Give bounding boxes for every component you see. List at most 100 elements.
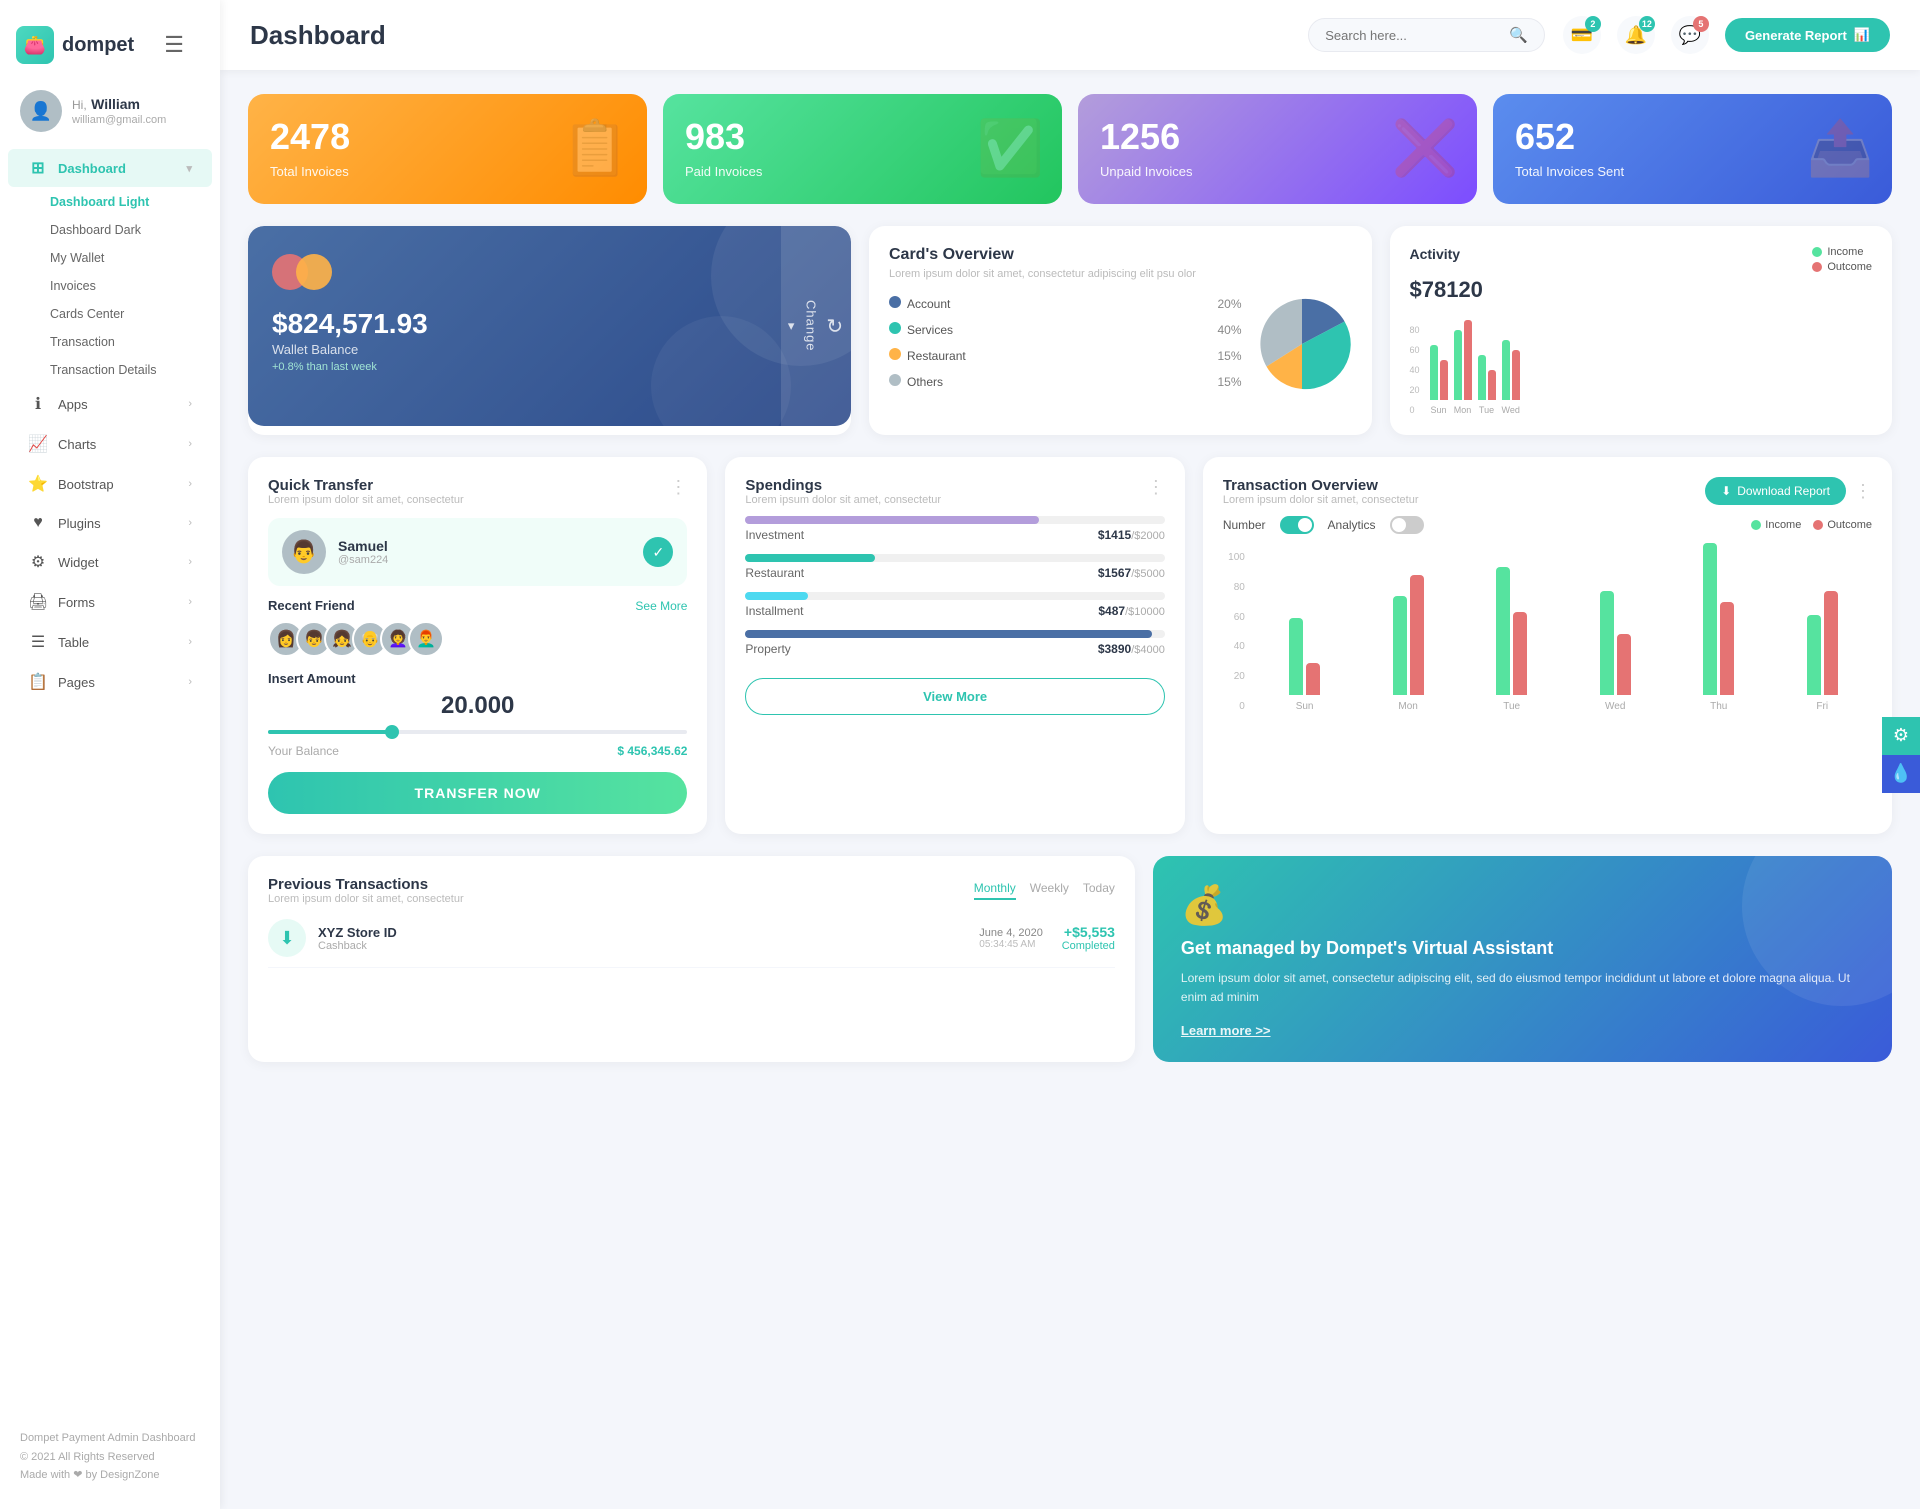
spendings-card: Spendings Lorem ipsum dolor sit amet, co… <box>725 457 1184 834</box>
search-input[interactable] <box>1325 28 1501 43</box>
previous-transactions-card: Previous Transactions Lorem ipsum dolor … <box>248 856 1135 1062</box>
income-bar-thu <box>1703 543 1717 695</box>
download-report-button[interactable]: ⬇ Download Report <box>1705 477 1846 505</box>
sidebar-item-dashboard[interactable]: ⊞ Dashboard ▾ <box>8 149 212 187</box>
bell-button[interactable]: 🔔 12 <box>1617 16 1655 54</box>
y-axis: 806040200 <box>1410 325 1424 415</box>
bar-label-thu: Thu <box>1710 701 1727 712</box>
chat-button[interactable]: 💬 5 <box>1671 16 1709 54</box>
balance-amount: $ 456,345.62 <box>617 744 687 758</box>
transfer-now-button[interactable]: TRANSFER NOW <box>268 772 687 814</box>
brand-name: Dompet Payment Admin Dashboard <box>20 1429 200 1448</box>
drop-float-button[interactable]: 💧 <box>1882 755 1920 793</box>
account-dot <box>889 296 901 308</box>
submenu-cards-center[interactable]: Cards Center <box>40 300 220 328</box>
chevron-right-icon: › <box>188 478 192 490</box>
installment-progress <box>745 592 1164 600</box>
more-options-icon[interactable]: ⋮ <box>669 477 687 498</box>
big-chart-y-axis: 100806040200 <box>1223 552 1251 712</box>
mastercard-circles <box>272 254 827 290</box>
big-bar-sun: Sun <box>1255 618 1355 712</box>
change-button[interactable]: ↻ Change ▾ <box>781 226 851 426</box>
analytics-toggle[interactable] <box>1390 516 1424 534</box>
sidebar-item-widget[interactable]: ⚙ Widget › <box>8 543 212 581</box>
income-bar-tue <box>1478 355 1486 400</box>
wallet-button[interactable]: 💳 2 <box>1563 16 1601 54</box>
bar-label-sun: Sun <box>1296 701 1314 712</box>
tab-weekly[interactable]: Weekly <box>1030 881 1069 900</box>
prev-tx-row: Previous Transactions Lorem ipsum dolor … <box>248 856 1892 1062</box>
slider-thumb[interactable] <box>385 725 399 739</box>
sidebar-item-plugins[interactable]: ♥ Plugins › <box>8 505 212 541</box>
bar-group-tue: Tue <box>1478 355 1496 415</box>
view-more-button[interactable]: View More <box>745 678 1164 715</box>
transfer-user-name: Samuel <box>338 538 388 554</box>
bar-chart: Sun Mon <box>1430 325 1872 415</box>
submenu-transaction[interactable]: Transaction <box>40 328 220 356</box>
others-dot <box>889 374 901 386</box>
sidebar-item-bootstrap[interactable]: ⭐ Bootstrap › <box>8 465 212 503</box>
wallet-label: Wallet Balance <box>272 342 827 357</box>
amount-slider[interactable] <box>268 730 687 734</box>
bar-label-mon: Mon <box>1398 701 1417 712</box>
services-dot <box>889 322 901 334</box>
number-toggle[interactable] <box>1280 516 1314 534</box>
sidebar-item-label: Plugins <box>58 516 101 531</box>
submenu-invoices[interactable]: Invoices <box>40 272 220 300</box>
user-info: Hi, William william@gmail.com <box>72 96 166 126</box>
spend-item-investment: Investment $1415/$2000 <box>745 516 1164 544</box>
slider-fill <box>268 730 394 734</box>
see-all-link[interactable]: See More <box>635 599 687 613</box>
investment-row: Investment $1415/$2000 <box>745 526 1164 544</box>
dashboard-submenu: Dashboard Light Dashboard Dark My Wallet… <box>0 188 220 384</box>
income-bar-sun <box>1289 618 1303 695</box>
activity-legend: Income Outcome <box>1812 246 1872 273</box>
submenu-dashboard-light[interactable]: Dashboard Light <box>40 188 220 216</box>
hamburger-icon[interactable]: ☰ <box>144 14 204 76</box>
recent-header: Recent Friend See More <box>268 598 687 613</box>
bootstrap-icon: ⭐ <box>28 474 48 494</box>
txn-header: Transaction Overview Lorem ipsum dolor s… <box>1223 477 1872 506</box>
submenu-my-wallet[interactable]: My Wallet <box>40 244 220 272</box>
widget-icon: ⚙ <box>28 552 48 572</box>
sidebar: 👛 dompet ☰ 👤 Hi, William william@gmail.c… <box>0 0 220 1509</box>
sidebar-item-apps[interactable]: ℹ Apps › <box>8 385 212 423</box>
tab-monthly[interactable]: Monthly <box>974 881 1016 900</box>
wallet-overview-card: $824,571.93 Wallet Balance +0.8% than la… <box>248 226 851 435</box>
spendings-more-icon[interactable]: ⋮ <box>1147 477 1165 498</box>
bar-group-wed: Wed <box>1502 340 1520 415</box>
submenu-dashboard-dark[interactable]: Dashboard Dark <box>40 216 220 244</box>
overview-row-account: Account 20% <box>889 295 1242 313</box>
learn-more-link[interactable]: Learn more >> <box>1181 1023 1864 1038</box>
charts-icon: 📈 <box>28 434 48 454</box>
tx-date-wrap: June 4, 2020 05:34:45 AM <box>979 927 1043 950</box>
sidebar-item-pages[interactable]: 📋 Pages › <box>8 663 212 701</box>
chat-badge: 5 <box>1693 16 1709 32</box>
drop-icon: 💧 <box>1890 763 1912 784</box>
generate-report-button[interactable]: Generate Report 📊 <box>1725 18 1890 52</box>
chevron-right-icon: › <box>188 517 192 529</box>
property-fill <box>745 630 1152 638</box>
sidebar-item-charts[interactable]: 📈 Charts › <box>8 425 212 463</box>
chevron-right-icon: › <box>188 596 192 608</box>
outcome-bar-mon <box>1464 320 1472 400</box>
outcome-bar-sun <box>1440 360 1448 400</box>
pie-chart <box>1252 294 1352 399</box>
investment-progress <box>745 516 1164 524</box>
sidebar-item-table[interactable]: ☰ Table › <box>8 623 212 661</box>
submenu-transaction-details[interactable]: Transaction Details <box>40 356 220 384</box>
sidebar-item-forms[interactable]: 🖨 Forms › <box>8 583 212 621</box>
settings-float-button[interactable]: ⚙ <box>1882 717 1920 755</box>
income-bar-fri <box>1807 615 1821 695</box>
friends-row: 👩 👦 👧 👴 👩‍🦱 👨‍🦰 <box>268 621 687 657</box>
activity-amount: $78120 <box>1410 277 1873 303</box>
logo-icon: 👛 <box>16 26 54 64</box>
outcome-bar-thu <box>1720 602 1734 695</box>
big-bar-fri: Fri <box>1773 591 1873 712</box>
search-bar: 🔍 <box>1308 18 1545 52</box>
property-progress <box>745 630 1164 638</box>
tab-today[interactable]: Today <box>1083 881 1115 900</box>
restaurant-fill <box>745 554 875 562</box>
txn-more-icon[interactable]: ⋮ <box>1854 481 1872 502</box>
outcome-legend: Outcome <box>1812 261 1872 273</box>
